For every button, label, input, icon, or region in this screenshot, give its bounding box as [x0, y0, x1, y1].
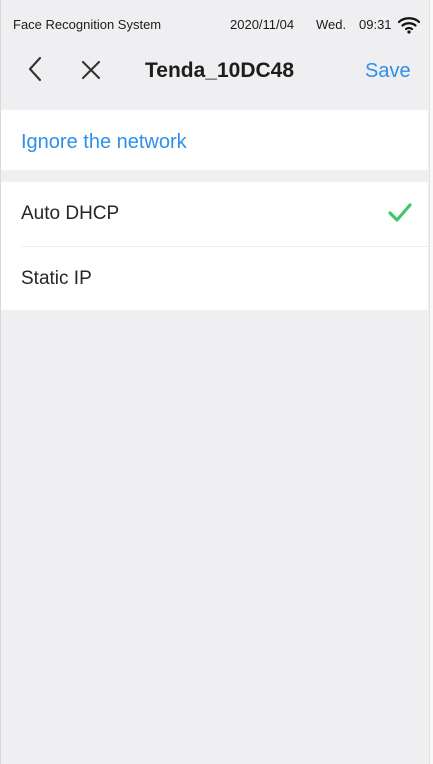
checkmark-icon: [386, 201, 414, 225]
option-label-auto-dhcp: Auto DHCP: [21, 203, 120, 224]
screen-edge: [429, 0, 433, 764]
navigation-bar: Tenda_10DC48 Save: [1, 42, 428, 100]
network-settings-screen: Face Recognition System 2020/11/04 Wed. …: [0, 0, 428, 764]
status-weekday: Wed.: [316, 17, 347, 32]
ignore-network-button[interactable]: Ignore the network: [21, 131, 187, 153]
wifi-icon: [398, 16, 420, 34]
chevron-left-icon[interactable]: [23, 54, 49, 84]
status-time: 09:31: [359, 17, 392, 32]
save-button[interactable]: Save: [365, 59, 417, 83]
status-app-name: Face Recognition System: [13, 17, 162, 32]
status-date: 2020/11/04: [230, 17, 295, 32]
status-bar: Face Recognition System 2020/11/04 Wed. …: [1, 0, 428, 42]
close-icon[interactable]: [77, 56, 105, 84]
ip-mode-list: Auto DHCP Static IP: [1, 182, 428, 310]
ignore-network-section: Ignore the network: [1, 110, 428, 170]
page-title: Tenda_10DC48: [145, 59, 295, 82]
ip-mode-static-ip[interactable]: Static IP: [1, 247, 428, 311]
option-label-static-ip: Static IP: [21, 268, 92, 289]
ip-mode-auto-dhcp[interactable]: Auto DHCP: [1, 182, 428, 247]
